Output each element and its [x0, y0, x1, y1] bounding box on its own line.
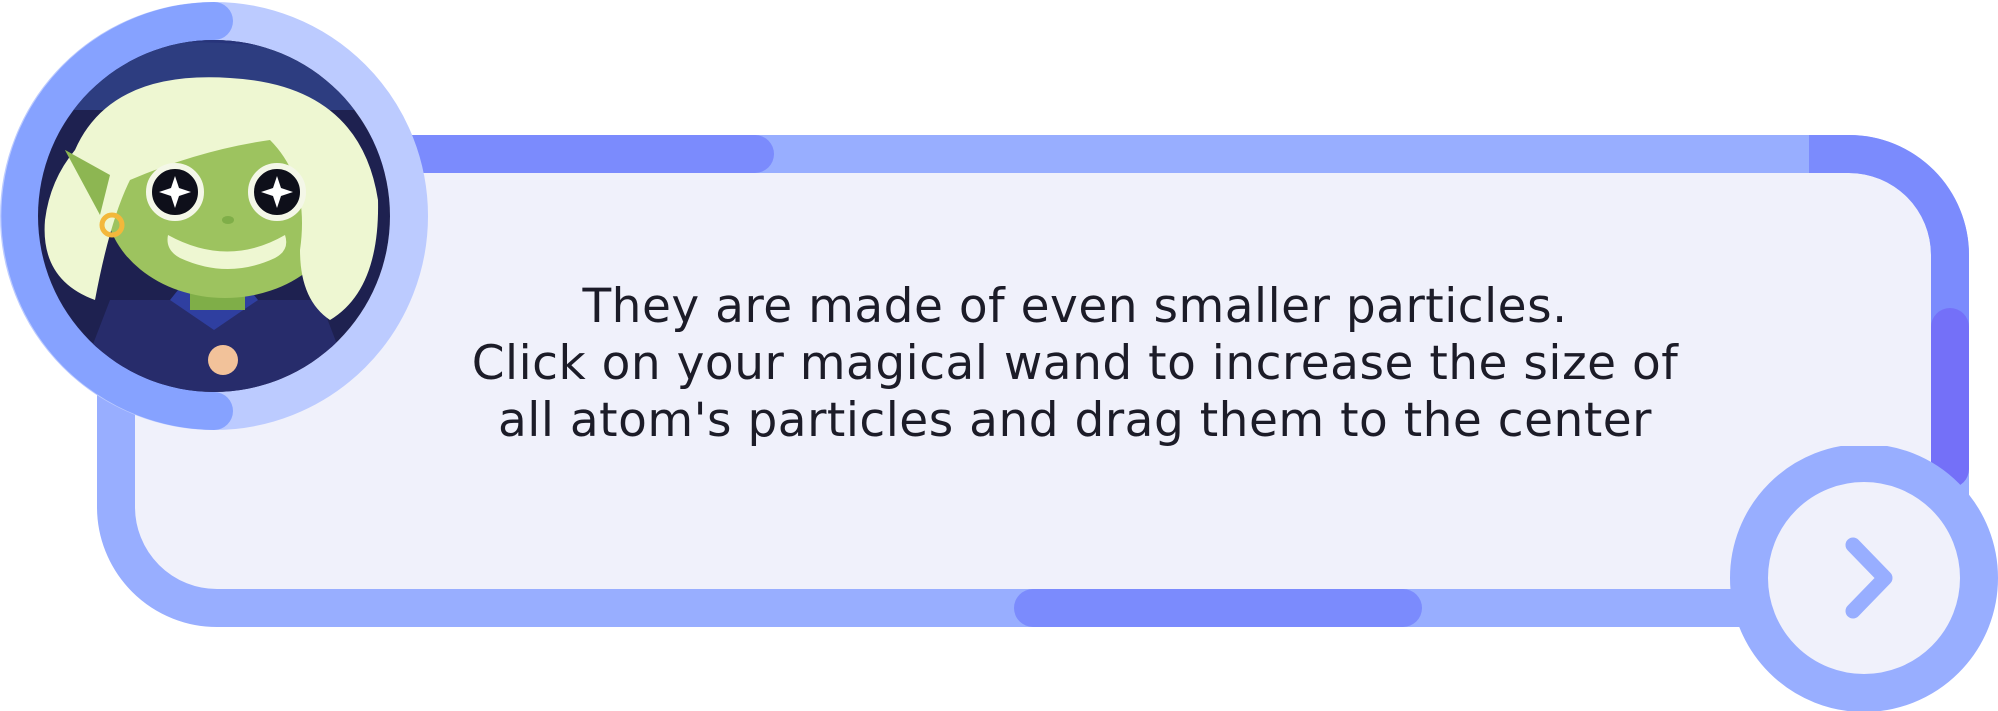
character-avatar — [0, 0, 428, 430]
frame-accent-corner — [1809, 135, 1969, 335]
next-button[interactable] — [1730, 446, 1998, 711]
message-line-2: Click on your magical wand to increase t… — [471, 336, 1679, 391]
chevron-right-icon — [1730, 446, 1998, 711]
message-line-1: They are made of even smaller particles. — [582, 279, 1568, 334]
dialog-message: They are made of even smaller particles.… — [420, 278, 1730, 449]
frame-accent-bottom — [1014, 589, 1422, 627]
witch-portrait-icon — [0, 2, 428, 430]
dialog-stage: They are made of even smaller particles.… — [0, 0, 1998, 711]
message-line-3: all atom's particles and drag them to th… — [497, 393, 1653, 448]
frame-accent-top — [390, 135, 774, 173]
